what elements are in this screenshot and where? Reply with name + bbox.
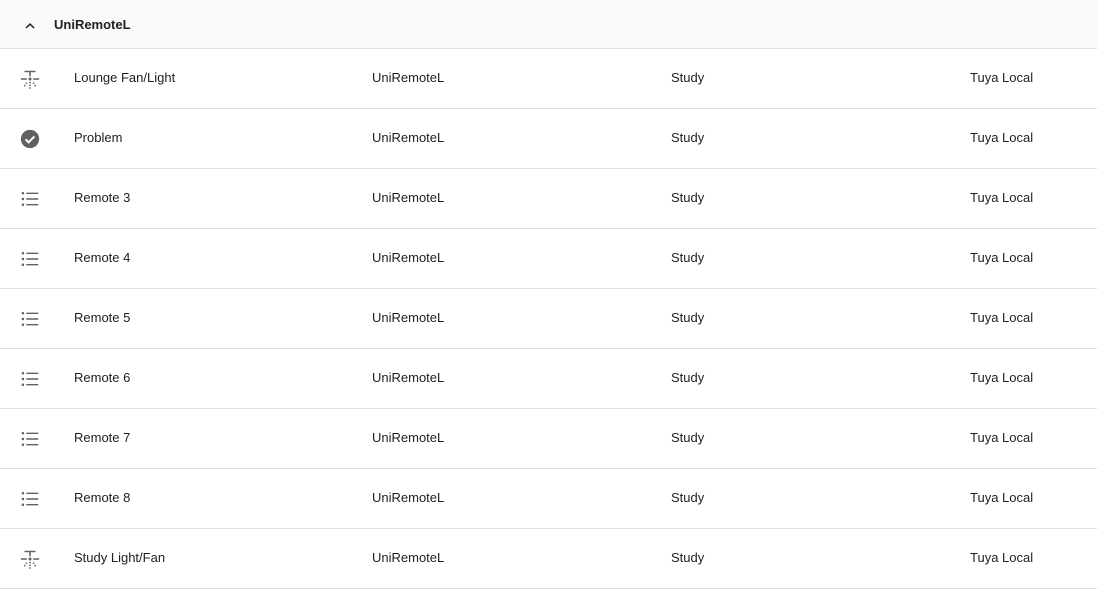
- check-circle-icon: [20, 129, 40, 149]
- format-list-bulleted-icon: [21, 492, 39, 506]
- group-title: UniRemoteL: [54, 17, 131, 32]
- area-name: Study: [671, 250, 705, 265]
- area-name: Study: [671, 70, 705, 85]
- area-name: Study: [671, 550, 705, 565]
- integration-name: Tuya Local: [970, 70, 1034, 85]
- area-name: Study: [671, 430, 705, 445]
- table-row[interactable]: Remote 5 UniRemoteL Study Tuya Local: [0, 289, 1097, 349]
- device-name: UniRemoteL: [372, 130, 445, 145]
- format-list-bulleted-icon: [21, 372, 39, 386]
- entity-name: Study Light/Fan: [74, 550, 166, 565]
- table-row[interactable]: Study Light/Fan UniRemoteL Study Tuya Lo…: [0, 529, 1097, 589]
- device-name: UniRemoteL: [372, 70, 445, 85]
- entity-name: Lounge Fan/Light: [74, 70, 176, 85]
- ceiling-fan-light-icon: [20, 70, 40, 89]
- group-header[interactable]: UniRemoteL: [0, 0, 1097, 49]
- table-row[interactable]: Lounge Fan/Light UniRemoteL Study Tuya L…: [0, 49, 1097, 109]
- device-name: UniRemoteL: [372, 430, 445, 445]
- area-name: Study: [671, 190, 705, 205]
- device-name: UniRemoteL: [372, 490, 445, 505]
- integration-name: Tuya Local: [970, 490, 1034, 505]
- table-row[interactable]: Remote 7 UniRemoteL Study Tuya Local: [0, 409, 1097, 469]
- area-name: Study: [671, 370, 705, 385]
- table-row[interactable]: Remote 3 UniRemoteL Study Tuya Local: [0, 169, 1097, 229]
- integration-name: Tuya Local: [970, 310, 1034, 325]
- area-name: Study: [671, 130, 705, 145]
- table-row[interactable]: Remote 6 UniRemoteL Study Tuya Local: [0, 349, 1097, 409]
- integration-name: Tuya Local: [970, 250, 1034, 265]
- device-name: UniRemoteL: [372, 190, 445, 205]
- integration-name: Tuya Local: [970, 370, 1034, 385]
- ceiling-fan-light-icon: [20, 550, 40, 569]
- entity-name: Remote 6: [74, 370, 131, 385]
- entity-name: Remote 8: [74, 490, 131, 505]
- format-list-bulleted-icon: [21, 192, 39, 206]
- entity-name: Remote 7: [74, 430, 131, 445]
- format-list-bulleted-icon: [21, 252, 39, 266]
- table-row[interactable]: Problem UniRemoteL Study Tuya Local: [0, 109, 1097, 169]
- entity-name: Remote 4: [74, 250, 131, 265]
- device-name: UniRemoteL: [372, 550, 445, 565]
- table-row[interactable]: Remote 8 UniRemoteL Study Tuya Local: [0, 469, 1097, 529]
- area-name: Study: [671, 310, 705, 325]
- device-name: UniRemoteL: [372, 250, 445, 265]
- format-list-bulleted-icon: [21, 432, 39, 446]
- format-list-bulleted-icon: [21, 312, 39, 326]
- integration-name: Tuya Local: [970, 430, 1034, 445]
- chevron-up-icon[interactable]: [21, 17, 39, 35]
- integration-name: Tuya Local: [970, 130, 1034, 145]
- integration-name: Tuya Local: [970, 550, 1034, 565]
- integration-name: Tuya Local: [970, 190, 1034, 205]
- area-name: Study: [671, 490, 705, 505]
- entity-name: Remote 5: [74, 310, 131, 325]
- entity-name: Remote 3: [74, 190, 131, 205]
- device-name: UniRemoteL: [372, 310, 445, 325]
- entity-name: Problem: [74, 130, 123, 145]
- table-row[interactable]: Remote 4 UniRemoteL Study Tuya Local: [0, 229, 1097, 289]
- device-name: UniRemoteL: [372, 370, 445, 385]
